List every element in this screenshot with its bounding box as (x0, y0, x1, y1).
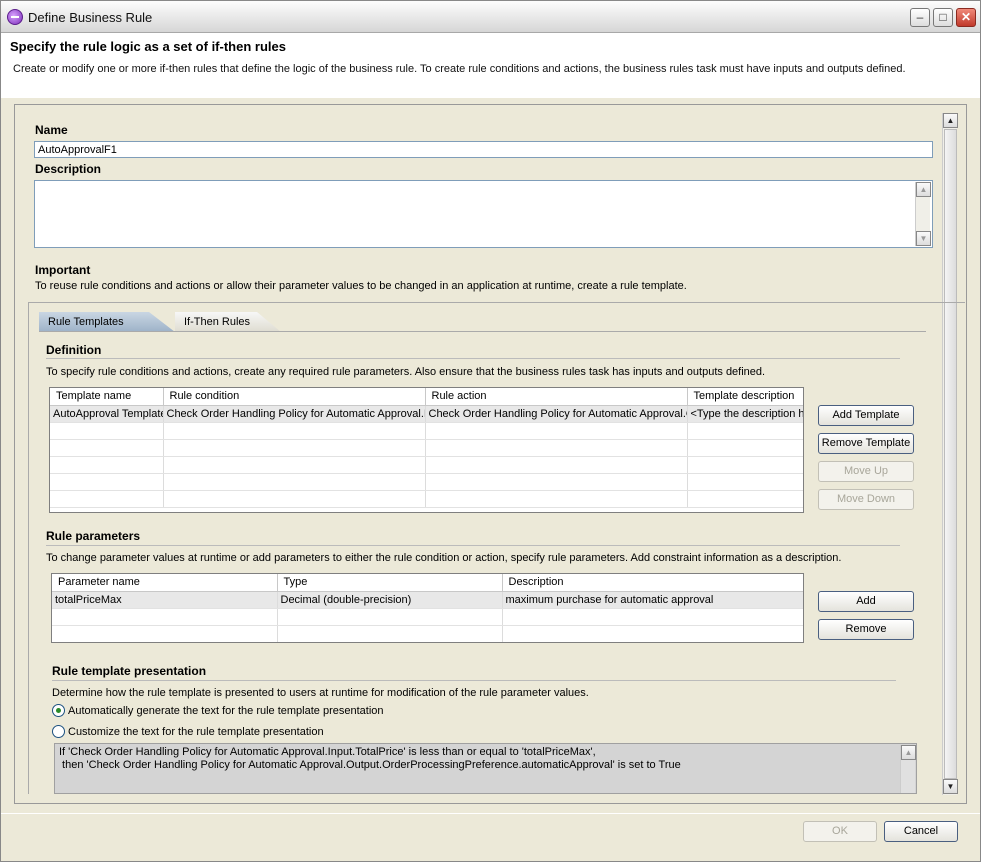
pres-scroll-up-icon[interactable]: ▲ (901, 745, 916, 760)
table-row (50, 439, 803, 457)
cell-type[interactable]: Decimal (double-precision) (277, 591, 503, 609)
desc-scroll-up-icon[interactable]: ▲ (916, 182, 931, 197)
col-description[interactable]: Description (502, 574, 803, 592)
footer-divider (1, 813, 980, 814)
minimize-icon[interactable]: – (910, 8, 930, 27)
desc-scroll-down-icon[interactable]: ▼ (916, 231, 931, 246)
window-title: Define Business Rule (28, 10, 153, 25)
tab-if-then-label: If-Then Rules (184, 316, 251, 328)
presentation-divider (52, 680, 896, 681)
cancel-button[interactable]: Cancel (884, 821, 958, 842)
cell-rule-condition[interactable]: Check Order Handling Policy for Automati… (163, 405, 426, 423)
app-icon (7, 9, 23, 25)
presentation-text-area[interactable]: If 'Check Order Handling Policy for Auto… (54, 743, 917, 794)
close-icon[interactable]: ✕ (956, 8, 976, 27)
definition-divider (46, 358, 900, 359)
name-field[interactable] (34, 141, 933, 158)
col-template-name[interactable]: Template name (50, 388, 164, 406)
important-label: Important (35, 263, 91, 277)
title-bar: Define Business Rule – □ ✕ (1, 1, 980, 33)
dialog-header: Specify the rule logic as a set of if-th… (1, 33, 980, 98)
maximize-icon[interactable]: □ (933, 8, 953, 27)
table-row (52, 608, 803, 626)
customize-radio[interactable] (52, 725, 65, 738)
cell-rule-action[interactable]: Check Order Handling Policy for Automati… (425, 405, 688, 423)
cell-parameter-name[interactable]: totalPriceMax (52, 591, 278, 609)
presentation-scrollbar[interactable]: ▲ (900, 745, 916, 793)
parameters-title: Rule parameters (46, 529, 141, 543)
parameters-divider (46, 545, 900, 546)
table-row[interactable]: AutoApproval Template Check Order Handli… (50, 405, 803, 423)
customize-label[interactable]: Customize the text for the rule template… (68, 726, 324, 738)
auto-generate-label[interactable]: Automatically generate the text for the … (68, 705, 384, 717)
tab-divider (39, 331, 926, 332)
description-label: Description (35, 162, 102, 176)
col-type[interactable]: Type (277, 574, 503, 592)
cell-template-name[interactable]: AutoApproval Template (50, 405, 164, 423)
cell-template-description[interactable]: <Type the description here> (687, 405, 803, 423)
table-row (52, 625, 803, 642)
definition-title: Definition (46, 343, 102, 357)
parameters-text: To change parameter values at runtime or… (46, 552, 842, 564)
description-scrollbar[interactable]: ▲ ▼ (915, 182, 931, 246)
scroll-up-icon[interactable]: ▲ (943, 113, 958, 128)
add-template-button[interactable]: Add Template (818, 405, 914, 426)
ok-button[interactable]: OK (803, 821, 877, 842)
table-row (50, 456, 803, 474)
move-up-button[interactable]: Move Up (818, 461, 914, 482)
presentation-title: Rule template presentation (52, 664, 207, 678)
header-title: Specify the rule logic as a set of if-th… (10, 39, 286, 54)
col-template-description[interactable]: Template description (687, 388, 803, 406)
remove-parameter-button[interactable]: Remove (818, 619, 914, 640)
table-row[interactable]: totalPriceMax Decimal (double-precision)… (52, 591, 803, 609)
auto-generate-radio[interactable] (52, 704, 65, 717)
name-label: Name (35, 123, 68, 137)
add-parameter-button[interactable]: Add (818, 591, 914, 612)
important-text: To reuse rule conditions and actions or … (35, 280, 687, 292)
presentation-text: Determine how the rule template is prese… (52, 687, 589, 699)
move-down-button[interactable]: Move Down (818, 489, 914, 510)
header-description: Create or modify one or more if-then rul… (13, 63, 906, 75)
table-row (50, 422, 803, 440)
col-rule-condition[interactable]: Rule condition (163, 388, 426, 406)
table-row (50, 473, 803, 491)
templates-table[interactable]: Template name Rule condition Rule action… (49, 387, 804, 513)
remove-template-button[interactable]: Remove Template (818, 433, 914, 454)
parameters-table[interactable]: Parameter name Type Description totalPri… (51, 573, 804, 643)
col-rule-action[interactable]: Rule action (425, 388, 688, 406)
presentation-line-1: If 'Check Order Handling Policy for Auto… (59, 746, 596, 758)
definition-text: To specify rule conditions and actions, … (46, 366, 766, 378)
presentation-line-2: then 'Check Order Handling Policy for Au… (59, 759, 681, 771)
cell-description[interactable]: maximum purchase for automatic approval (502, 591, 803, 609)
col-parameter-name[interactable]: Parameter name (52, 574, 278, 592)
define-business-rule-dialog: Define Business Rule – □ ✕ Specify the r… (0, 0, 981, 862)
table-row (50, 490, 803, 508)
description-field[interactable] (34, 180, 933, 248)
